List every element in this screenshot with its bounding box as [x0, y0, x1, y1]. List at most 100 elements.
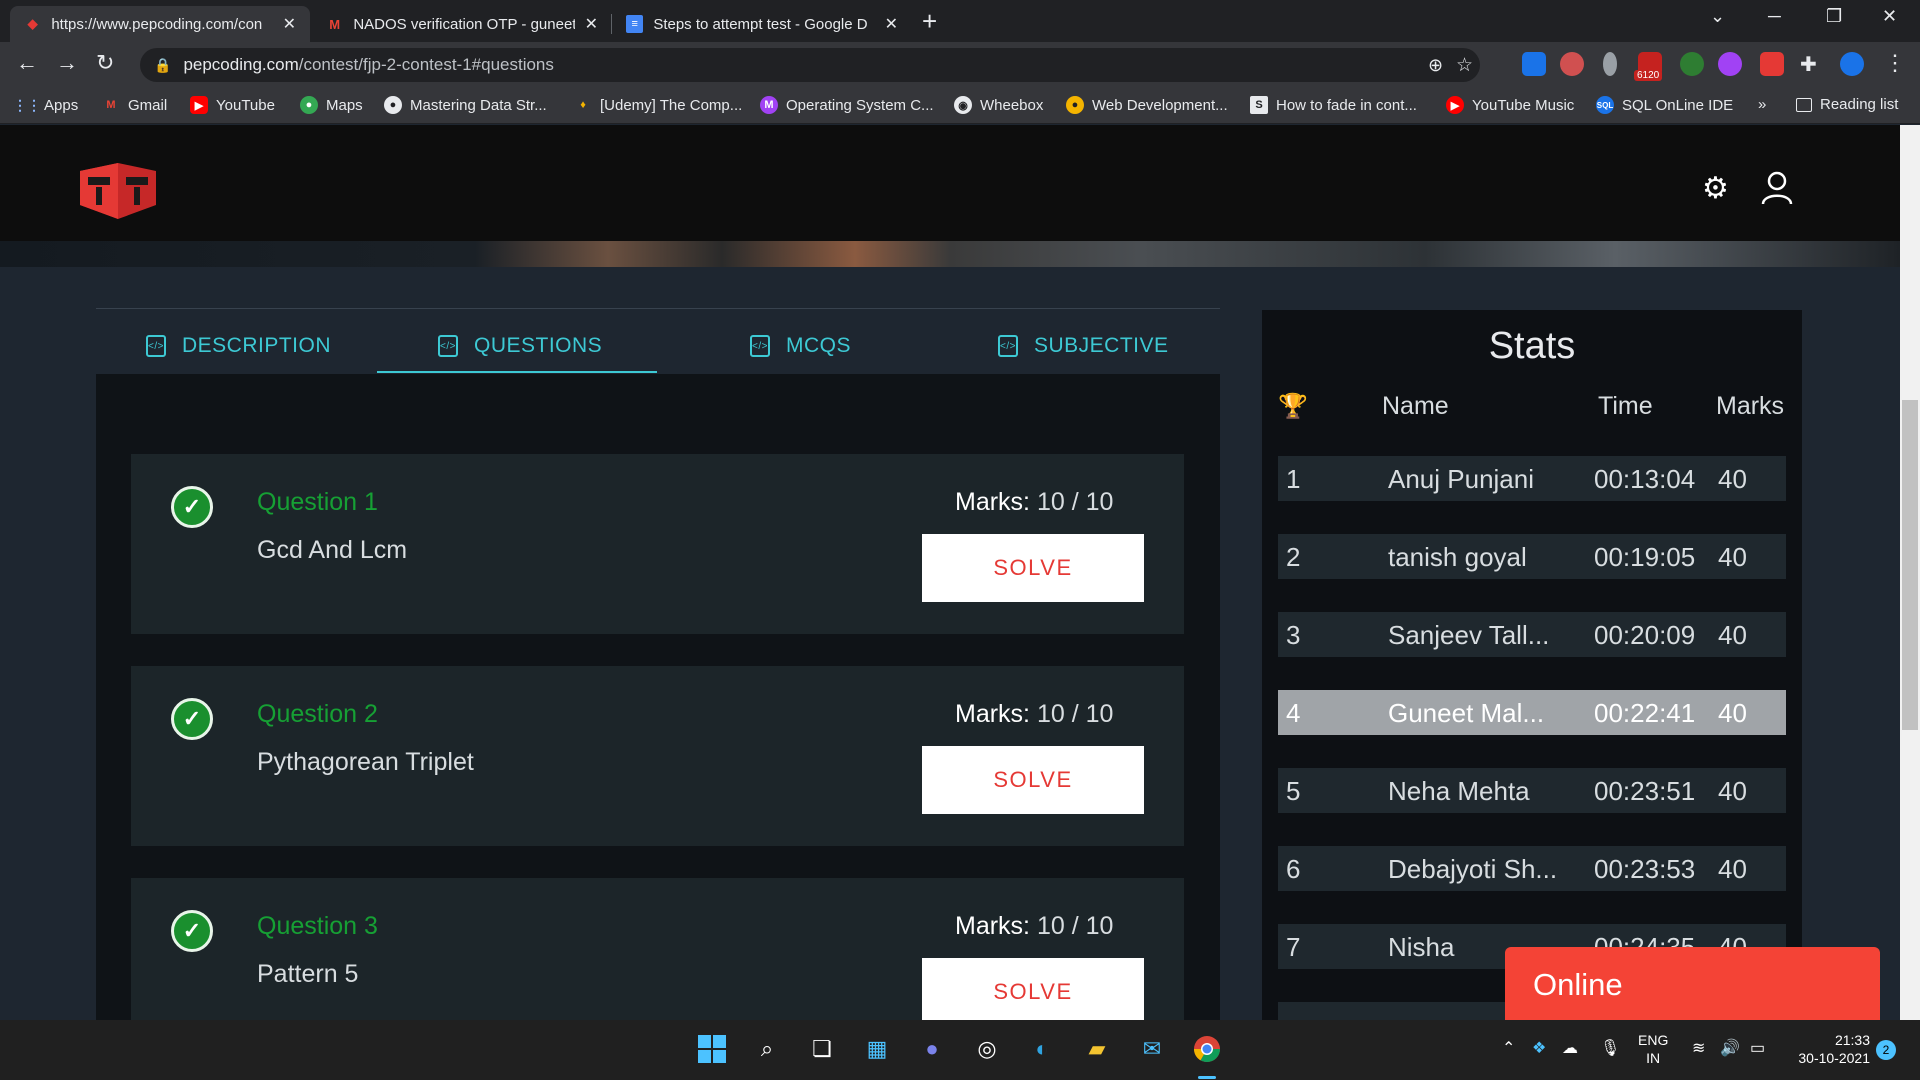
bookmark-label: Mastering Data Str...: [410, 96, 547, 114]
browser-tab-gmail[interactable]: M NADOS verification OTP - guneet ✕: [312, 6, 612, 42]
widgets-icon[interactable]: ▦: [862, 1034, 892, 1064]
questions-panel: ✓ Question 1 Gcd And Lcm Marks: 10 / 10 …: [96, 374, 1220, 1020]
microphone-icon[interactable]: 🎙: [1600, 1038, 1620, 1058]
extension-red-play-icon[interactable]: [1760, 52, 1784, 76]
bookmark-youtube[interactable]: ▶ YouTube: [190, 96, 275, 114]
question-title: Question 1: [257, 488, 378, 516]
tray-overflow-chevron-icon[interactable]: ⌃: [1502, 1038, 1515, 1058]
tab-questions[interactable]: </> QUESTIONS: [438, 318, 602, 374]
battery-icon[interactable]: ▭: [1750, 1038, 1765, 1058]
bookmark-apps[interactable]: ⋮⋮ Apps: [13, 96, 78, 114]
search-icon[interactable]: ⌕: [752, 1034, 782, 1064]
extension-translate-icon[interactable]: [1522, 52, 1546, 76]
extensions-puzzle-icon[interactable]: ✚: [1800, 52, 1824, 76]
bookmark-label: SQL OnLine IDE: [1622, 96, 1734, 114]
solve-button[interactable]: SOLVE: [922, 958, 1144, 1020]
bookmark-operating-system[interactable]: M Operating System C...: [760, 96, 934, 114]
close-tab-icon[interactable]: ✕: [885, 14, 898, 34]
marks-value: 10 / 10: [1036, 488, 1114, 516]
active-app-indicator: [1198, 1076, 1216, 1079]
close-tab-icon[interactable]: ✕: [283, 14, 296, 34]
user-profile-icon[interactable]: [1760, 171, 1794, 210]
row-marks: 40: [1718, 854, 1747, 884]
pepcoding-logo[interactable]: [74, 163, 162, 221]
solve-button[interactable]: SOLVE: [922, 746, 1144, 814]
windows-start-icon[interactable]: [697, 1034, 727, 1064]
contest-tabs: </> DESCRIPTION </> QUESTIONS </> MCQS </> S…: [96, 318, 1220, 374]
tab-label: MCQS: [786, 334, 851, 357]
bookmark-how-to-fade[interactable]: S How to fade in cont...: [1250, 96, 1417, 114]
chrome-icon[interactable]: [1192, 1034, 1222, 1064]
leaderboard-row: 3 Sanjeev Tall... 00:20:09 40: [1278, 612, 1786, 657]
bookmark-label: YouTube: [216, 96, 275, 114]
bookmark-star-icon[interactable]: ☆: [1456, 54, 1473, 77]
restore-icon[interactable]: ❐: [1826, 6, 1842, 27]
bookmark-mastering-data[interactable]: ● Mastering Data Str...: [384, 96, 547, 114]
teams-chat-icon[interactable]: ●: [917, 1034, 947, 1064]
tab-label: SUBJECTIVE: [1034, 334, 1169, 357]
onedrive-cloud-icon[interactable]: ☁: [1562, 1038, 1578, 1058]
profile-avatar-icon[interactable]: [1840, 52, 1864, 76]
stats-header-time: Time: [1598, 392, 1653, 420]
browser-tab-google-docs[interactable]: ≡ Steps to attempt test - Google D ✕: [612, 6, 912, 42]
online-status-badge[interactable]: Online: [1505, 947, 1880, 1020]
tab-description[interactable]: </> DESCRIPTION: [146, 318, 331, 374]
bookmarks-overflow-chevron[interactable]: »: [1758, 96, 1766, 113]
bookmark-maps[interactable]: ● Maps: [300, 96, 363, 114]
bookmark-youtube-music[interactable]: ▶ YouTube Music: [1446, 96, 1574, 114]
question-card: ✓ Question 3 Pattern 5 Marks: 10 / 10 SO…: [131, 878, 1184, 1020]
bookmark-sql-online[interactable]: SQL SQL OnLine IDE: [1596, 96, 1733, 114]
site-m-icon: M: [760, 96, 778, 114]
site-s-icon: S: [1250, 96, 1268, 114]
address-bar[interactable]: 🔒 pepcoding.com/contest/fjp-2-contest-1#…: [140, 48, 1480, 82]
solve-button[interactable]: SOLVE: [922, 534, 1144, 602]
kebab-menu-icon[interactable]: ⋮: [1884, 50, 1906, 76]
task-view-icon[interactable]: ❏: [807, 1034, 837, 1064]
bookmark-udemy[interactable]: ♦ [Udemy] The Comp...: [574, 96, 742, 114]
window-close-icon[interactable]: ✕: [1882, 6, 1897, 27]
row-name: tanish goyal: [1388, 542, 1527, 572]
row-rank: 6: [1286, 854, 1301, 884]
file-explorer-icon[interactable]: ▰: [1082, 1034, 1112, 1064]
extension-ghost-icon[interactable]: [1603, 52, 1617, 76]
tab-mcqs[interactable]: </> MCQS: [750, 318, 851, 374]
language-indicator[interactable]: ENG IN: [1638, 1031, 1668, 1067]
clock-date: 30-10-2021: [1798, 1050, 1870, 1066]
bookmark-wheebox[interactable]: ◉ Wheebox: [954, 96, 1043, 114]
row-marks: 40: [1718, 464, 1747, 494]
stats-header-marks: Marks: [1716, 392, 1785, 420]
url-path: /contest/fjp-2-contest-1#questions: [298, 55, 554, 74]
scrollbar-thumb[interactable]: [1902, 400, 1918, 730]
zoom-icon[interactable]: ⊕: [1428, 55, 1443, 76]
bookmark-gmail[interactable]: M Gmail: [102, 96, 167, 114]
mail-icon[interactable]: ✉: [1137, 1034, 1167, 1064]
browser-tab-pepcoding[interactable]: ◆ https://www.pepcoding.com/con ✕: [10, 6, 310, 42]
new-tab-plus-icon[interactable]: +: [922, 6, 937, 37]
wifi-icon[interactable]: ≋: [1692, 1038, 1705, 1058]
dropbox-icon[interactable]: ❖: [1532, 1038, 1546, 1058]
volume-icon[interactable]: 🔊: [1720, 1038, 1740, 1058]
reload-icon[interactable]: ↻: [96, 50, 114, 76]
bookmark-web-development[interactable]: ● Web Development...: [1066, 96, 1228, 114]
reading-list[interactable]: Reading list: [1796, 96, 1898, 113]
google-docs-favicon-icon: ≡: [626, 15, 644, 33]
bookmark-label: »: [1758, 96, 1767, 113]
extension-tree-icon[interactable]: [1680, 52, 1704, 76]
bookmark-label: Operating System C...: [786, 96, 934, 114]
tab-search-chevron-icon[interactable]: ⌄: [1710, 6, 1725, 27]
settings-gear-icon[interactable]: ⚙: [1702, 171, 1729, 206]
minimize-icon[interactable]: ─: [1768, 6, 1781, 27]
edge-browser-icon[interactable]: ◐: [1027, 1034, 1057, 1064]
app-circle-icon[interactable]: ◎: [972, 1034, 1002, 1064]
clock[interactable]: 21:33 30-10-2021: [1790, 1031, 1870, 1067]
extension-owl-icon[interactable]: [1560, 52, 1584, 76]
back-arrow-icon[interactable]: ←: [16, 50, 38, 76]
question-marks: Marks: 10 / 10: [955, 488, 1113, 517]
forward-arrow-icon[interactable]: →: [56, 50, 78, 76]
close-tab-icon[interactable]: ✕: [585, 14, 598, 34]
tab-subjective[interactable]: </> SUBJECTIVE: [998, 318, 1169, 374]
extension-purple-icon[interactable]: [1718, 52, 1742, 76]
bookmarks-bar: ⋮⋮ Apps M Gmail ▶ YouTube ● Maps ● Mastering …: [0, 88, 1920, 124]
notification-badge[interactable]: 2: [1876, 1040, 1896, 1060]
question-card: ✓ Question 2 Pythagorean Triplet Marks: …: [131, 666, 1184, 846]
